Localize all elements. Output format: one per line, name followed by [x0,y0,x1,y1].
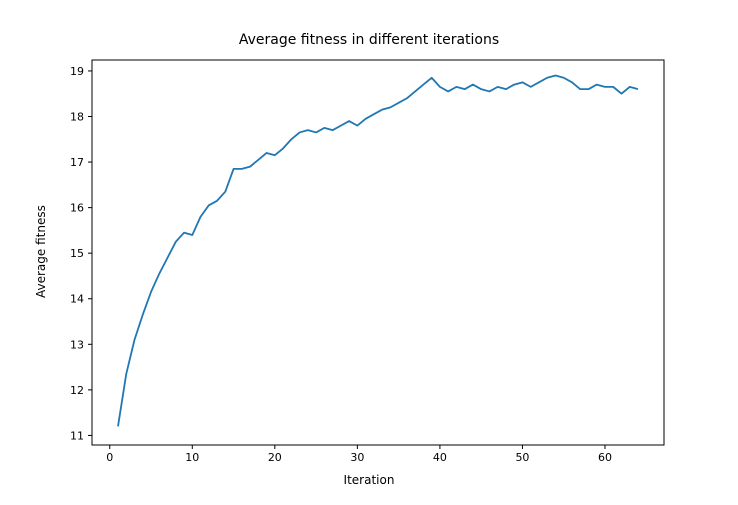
y-tick-label: 12 [70,384,84,397]
x-tick-label: 50 [515,451,529,464]
data-line [118,75,638,426]
y-tick-label: 11 [70,429,84,442]
y-tick-label: 19 [70,65,84,78]
chart-svg: 0 10 20 30 40 50 60 11 12 13 14 15 16 17 18 19 [0,0,738,505]
x-tick-label: 20 [268,451,282,464]
y-tick-label: 14 [70,293,84,306]
y-tick-label: 17 [70,156,84,169]
x-tick-label: 60 [598,451,612,464]
x-tick-label: 0 [106,451,113,464]
x-tick-label: 30 [350,451,364,464]
y-tick-label: 15 [70,247,84,260]
y-tick-label: 18 [70,110,84,123]
chart-figure: Average fitness in different iterations … [0,0,738,505]
x-tick-label: 40 [433,451,447,464]
y-tick-label: 16 [70,202,84,215]
y-tick-label: 13 [70,338,84,351]
x-tick-label: 10 [185,451,199,464]
